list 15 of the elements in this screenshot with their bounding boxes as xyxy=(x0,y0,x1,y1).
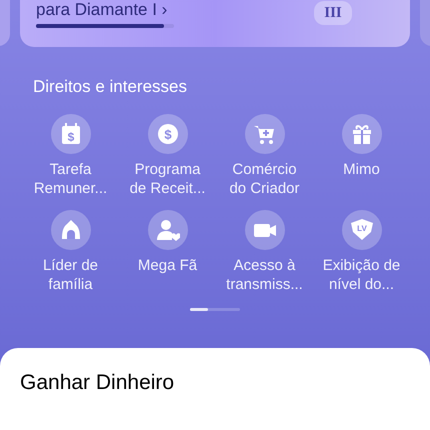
benefit-label[interactable]: Líder de família xyxy=(22,256,118,294)
benefit-label[interactable]: Mimo xyxy=(314,160,410,198)
benefit-label[interactable]: Exibição de nível do... xyxy=(314,256,410,294)
benefit-label[interactable]: Acesso à transmiss... xyxy=(216,256,312,294)
sheet-title: Ganhar Dinheiro xyxy=(20,370,176,396)
level-text[interactable]: para Diamante I › xyxy=(36,0,168,20)
dollar-coin-icon: $ xyxy=(156,122,180,146)
benefit-label[interactable]: Mega Fã xyxy=(120,256,216,294)
section-title: Direitos e interesses xyxy=(32,76,188,98)
benefit-label[interactable]: Programa de Receit... xyxy=(120,160,216,198)
person-heart-icon xyxy=(156,218,180,242)
benefit-label[interactable]: Tarefa Remuner... xyxy=(22,160,118,198)
level-badge: III xyxy=(314,1,352,25)
level-shield-icon: LV xyxy=(350,218,374,242)
benefit-label[interactable]: Comércio do Criador xyxy=(216,160,312,198)
